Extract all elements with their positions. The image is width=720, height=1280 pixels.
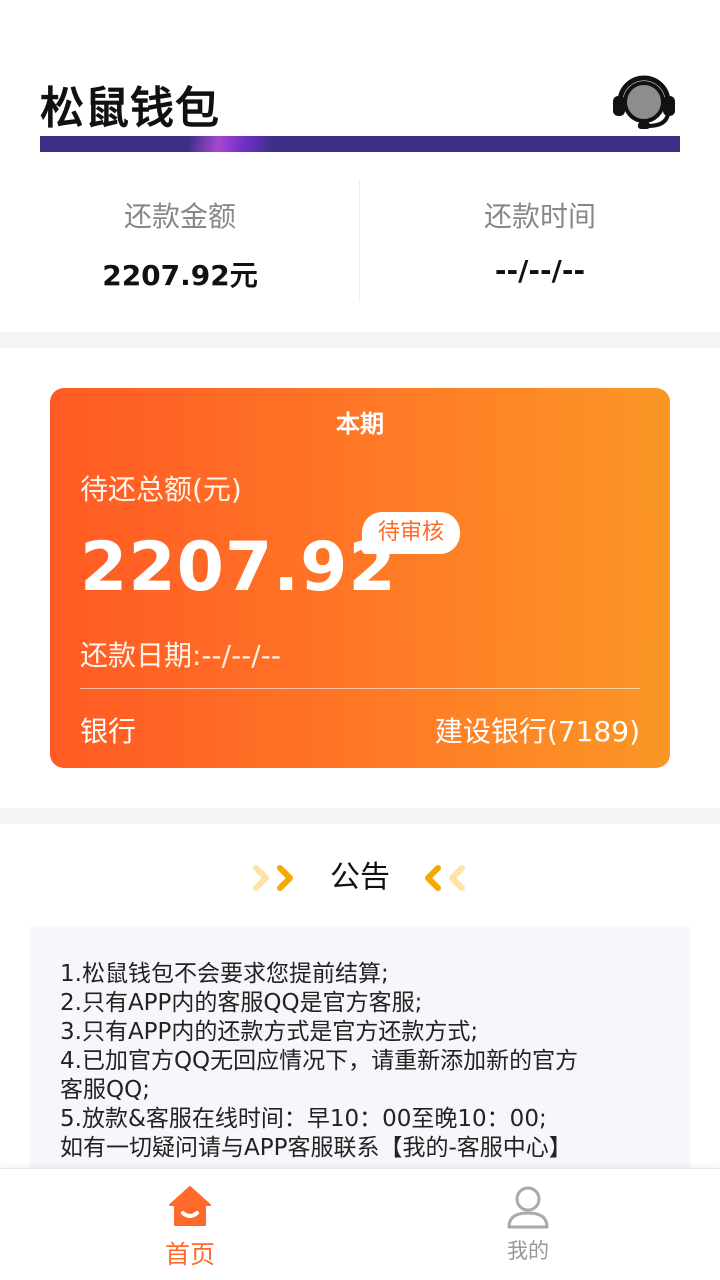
bottom-nav: 首页 我的: [0, 1168, 720, 1280]
user-icon: [507, 1186, 549, 1229]
pending-total-amount: 2207.92: [80, 528, 397, 607]
notice-line: 1.松鼠钱包不会要求您提前结算;: [60, 961, 389, 987]
header: 松鼠钱包: [0, 0, 720, 152]
repayment-summary: 还款金额 2207.92元 还款时间 --/--/--: [0, 152, 720, 332]
headset-icon: [613, 75, 675, 129]
nav-label-home: 首页: [164, 1240, 215, 1269]
double-chevron-left-icon: [425, 865, 465, 891]
home-icon: [169, 1186, 211, 1226]
repayment-time-block: 还款时间 --/--/--: [360, 180, 720, 287]
customer-service-button[interactable]: [610, 72, 678, 132]
notice-line: 如有一切疑问请与APP客服联系【我的-客服中心】: [60, 1135, 572, 1161]
bank-label: 银行: [80, 715, 137, 748]
notice-line: 4.已加官方QQ无回应情况下，请重新添加新的官方: [60, 1048, 579, 1074]
nav-tab-home[interactable]: 首页: [90, 1169, 290, 1280]
repayment-amount-block: 还款金额 2207.92元: [0, 180, 360, 294]
period-title: 本期: [336, 410, 384, 438]
notice-header: 公告: [0, 858, 720, 898]
nav-tab-mine[interactable]: 我的: [428, 1169, 628, 1280]
notice-section: 公告 1.松鼠钱包不会要求您提前结算; 2.只有APP内的客服QQ是官方客服; …: [0, 824, 720, 1168]
repayment-amount-value: 2207.92元: [102, 258, 258, 292]
notice-line: 5.放款&客服在线时间：早10：00至晚10：00;: [60, 1106, 547, 1132]
notice-line: 2.只有APP内的客服QQ是官方客服;: [60, 990, 423, 1016]
card-divider: [80, 688, 640, 689]
notice-line: 3.只有APP内的还款方式是官方还款方式;: [60, 1019, 479, 1045]
notice-content: 1.松鼠钱包不会要求您提前结算; 2.只有APP内的客服QQ是官方客服; 3.只…: [30, 926, 690, 1168]
due-date: 还款日期:--/--/--: [80, 639, 281, 672]
banner-strip: [40, 136, 680, 152]
section-gap: [0, 808, 720, 824]
current-period-card[interactable]: 本期 待还总额(元) 2207.92 待审核 还款日期:--/--/-- 银行 …: [50, 388, 670, 768]
repayment-amount-label: 还款金额: [123, 200, 236, 233]
pending-total-label: 待还总额(元): [80, 473, 242, 506]
repayment-time-label: 还款时间: [483, 200, 596, 233]
bank-value: 建设银行(7189): [434, 715, 640, 748]
notice-line: 客服QQ;: [60, 1077, 150, 1103]
nav-label-mine: 我的: [507, 1239, 549, 1263]
notice-title: 公告: [330, 860, 390, 895]
section-gap: [0, 332, 720, 348]
status-badge: 待审核: [362, 512, 461, 554]
banner-decoration: [190, 136, 310, 152]
app-title: 松鼠钱包: [40, 83, 220, 134]
repayment-time-value: --/--/--: [494, 253, 586, 287]
